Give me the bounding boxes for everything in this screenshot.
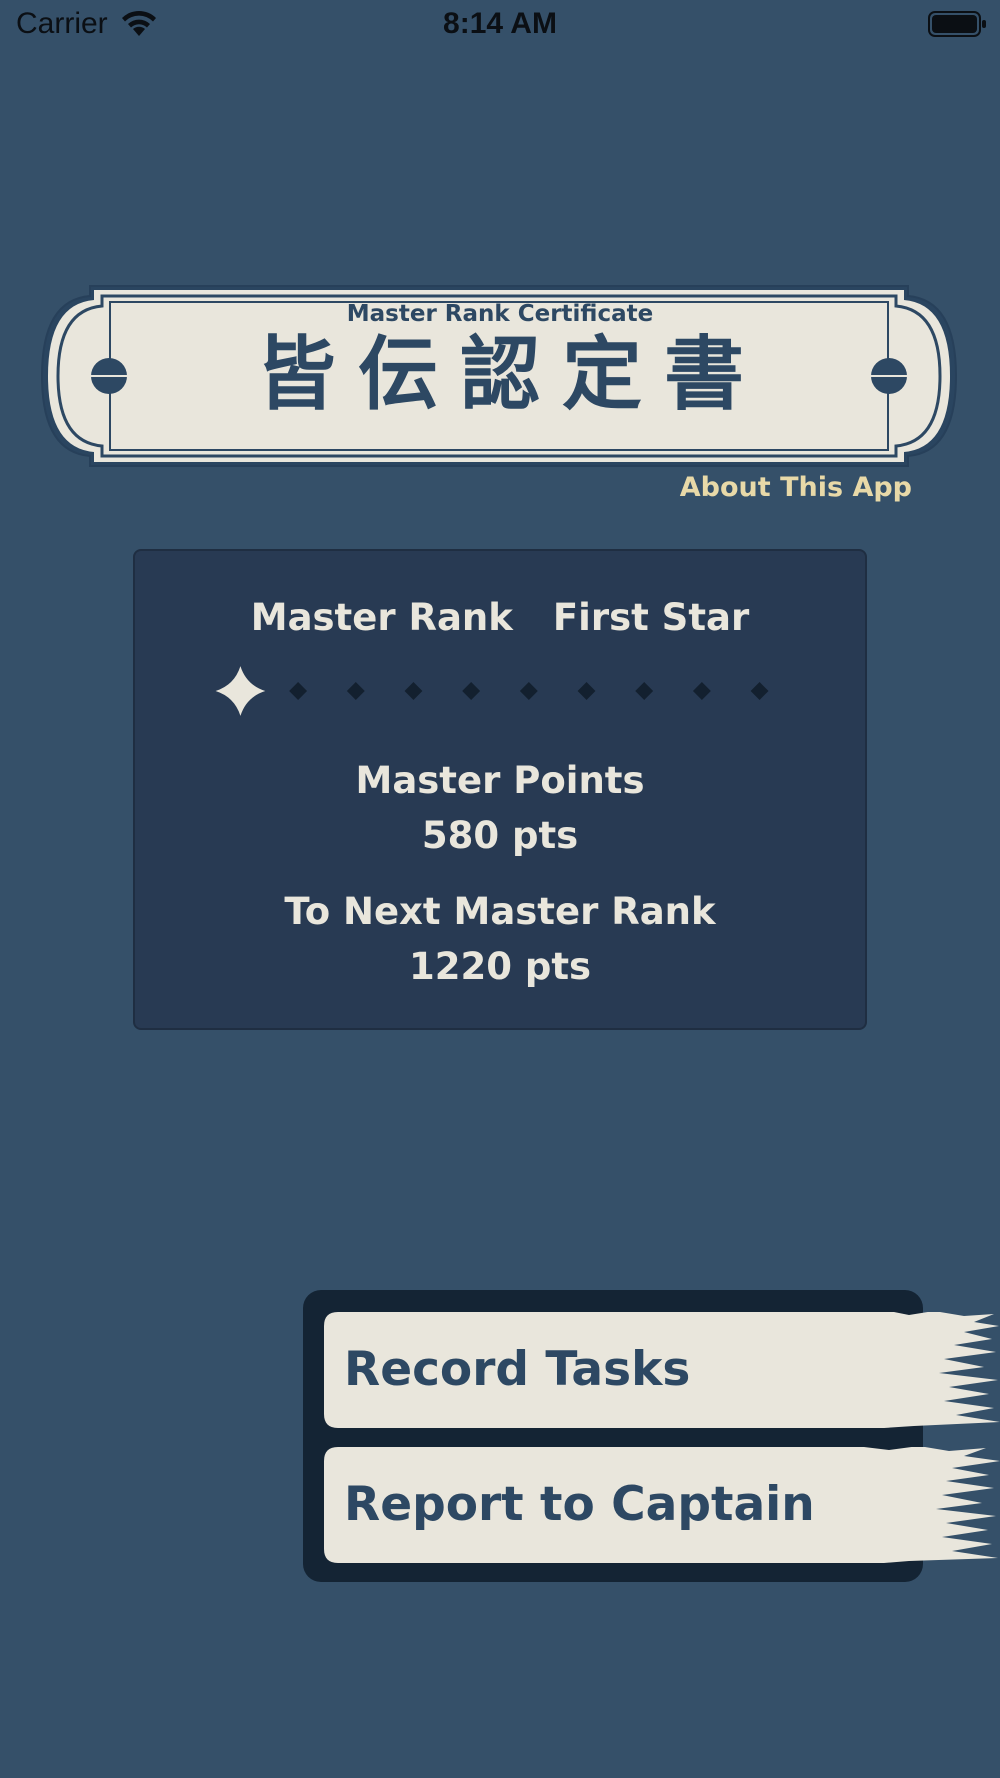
about-app-link[interactable]: About This App [680,472,912,503]
rank-value: First Star [552,596,750,639]
diamond-icon [462,682,481,700]
next-rank-value: 1220 pts [408,945,592,988]
diamond-icon [346,682,365,700]
diamond-icon [635,682,654,700]
diamond-icon [404,682,423,700]
certificate-title: 皆伝認定書 [256,327,766,421]
diamond-icon [289,682,308,700]
diamond-icon [519,682,538,700]
rank-line: Master Rank First Star [135,596,865,639]
master-points-label: Master Points [355,759,645,802]
clock: 8:14 AM [443,7,557,40]
diamond-icon [577,682,596,700]
diamond-icon [692,682,711,700]
record-tasks-label: Record Tasks [344,1342,691,1397]
report-to-captain-label: Report to Captain [344,1477,815,1532]
record-tasks-button[interactable]: Record Tasks [324,1312,1000,1428]
certificate-subtitle: Master Rank Certificate [346,301,654,327]
diamond-icon [750,682,769,700]
rank-card: Master Rank First Star Master Points 580 … [133,549,867,1030]
status-bar: Carrier 8:14 AM [0,0,1000,50]
four-point-star-icon [215,666,266,716]
master-points-value: 580 pts [421,814,579,857]
next-rank-label: To Next Master Rank [284,890,716,933]
rank-label: Master Rank [250,596,513,639]
report-to-captain-button[interactable]: Report to Captain [324,1447,1000,1563]
battery-icon [928,11,986,37]
rank-stars-row [215,666,769,716]
